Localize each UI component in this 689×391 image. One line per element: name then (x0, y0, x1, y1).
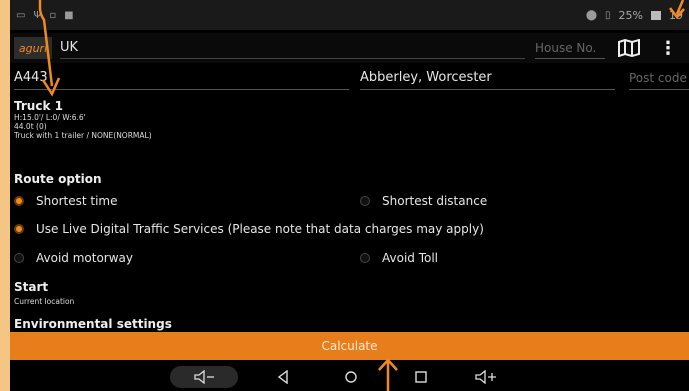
shortest-distance-option[interactable]: Shortest distance (360, 194, 487, 208)
shortest-time-label: Shortest time (36, 194, 118, 208)
truck-title: Truck 1 (14, 99, 63, 113)
search-bar: aguri UK House No. ⋮ (10, 33, 689, 63)
avoid-motorway-option[interactable]: Avoid motorway (14, 251, 133, 265)
truck-trailer: Truck with 1 trailer / NONE(NORMAL) (14, 131, 152, 140)
annotation-arrow-menu (669, 0, 685, 19)
vibrate-icon: ▯ (605, 9, 611, 21)
battery-percent: 25% (618, 8, 643, 22)
environmental-settings-title[interactable]: Environmental settings (14, 317, 172, 331)
radio-selected-icon[interactable] (14, 196, 24, 206)
start-title: Start (14, 280, 49, 294)
address-row: A443 Abberley, Worcester Post code (10, 66, 689, 90)
status-bar: ▭ Ψ ▫ ■ ⬤ ▯ 25% 19 (10, 0, 689, 30)
screenshot-icon: ▭ (16, 9, 26, 21)
app-screen: ▭ Ψ ▫ ■ ⬤ ▯ 25% 19 aguri UK House No. ⋮ … (10, 0, 689, 362)
truck-dimensions: H:15.0'/ L:0/ W:6.6' (14, 113, 86, 122)
annotation-arrow-calculate (378, 358, 398, 391)
live-traffic-option[interactable]: Use Live Digital Traffic Services (Pleas… (14, 222, 484, 236)
house-number-input[interactable]: House No. (535, 37, 605, 59)
android-nav-bar (10, 362, 689, 391)
start-location[interactable]: Current location (14, 297, 74, 306)
map-icon[interactable] (617, 38, 641, 58)
radio-selected-icon[interactable] (14, 224, 24, 234)
avoid-toll-label: Avoid Toll (382, 251, 439, 265)
annotation-arrow-street (38, 0, 61, 97)
avoid-motorway-label: Avoid motorway (36, 251, 133, 265)
route-option-title: Route option (14, 172, 102, 186)
calculate-button[interactable]: Calculate (10, 332, 689, 360)
location-icon: ⬤ (585, 9, 598, 21)
radio-unselected-icon[interactable] (360, 253, 370, 263)
battery-icon (651, 10, 661, 20)
truck-profile[interactable]: Truck 1 H:15.0'/ L:0/ W:6.6' 44.0t (0) T… (14, 99, 152, 140)
shortest-time-option[interactable]: Shortest time (14, 194, 117, 208)
recents-icon[interactable] (411, 366, 431, 388)
truck-weight: 44.0t (0) (14, 122, 47, 131)
back-icon[interactable] (273, 366, 293, 388)
home-icon[interactable] (341, 366, 361, 388)
shortest-distance-label: Shortest distance (382, 194, 488, 208)
city-field[interactable]: Abberley, Worcester (360, 68, 615, 90)
avoid-toll-option[interactable]: Avoid Toll (360, 251, 438, 265)
radio-unselected-icon[interactable] (360, 196, 370, 206)
country-field[interactable]: UK (60, 37, 525, 59)
live-traffic-label: Use Live Digital Traffic Services (Pleas… (36, 222, 484, 236)
postcode-input[interactable]: Post code (629, 68, 689, 90)
volume-down-icon[interactable] (170, 366, 238, 388)
overflow-menu-icon[interactable]: ⋮ (659, 38, 677, 59)
radio-unselected-icon[interactable] (14, 253, 24, 263)
volume-up-icon[interactable] (471, 366, 501, 388)
